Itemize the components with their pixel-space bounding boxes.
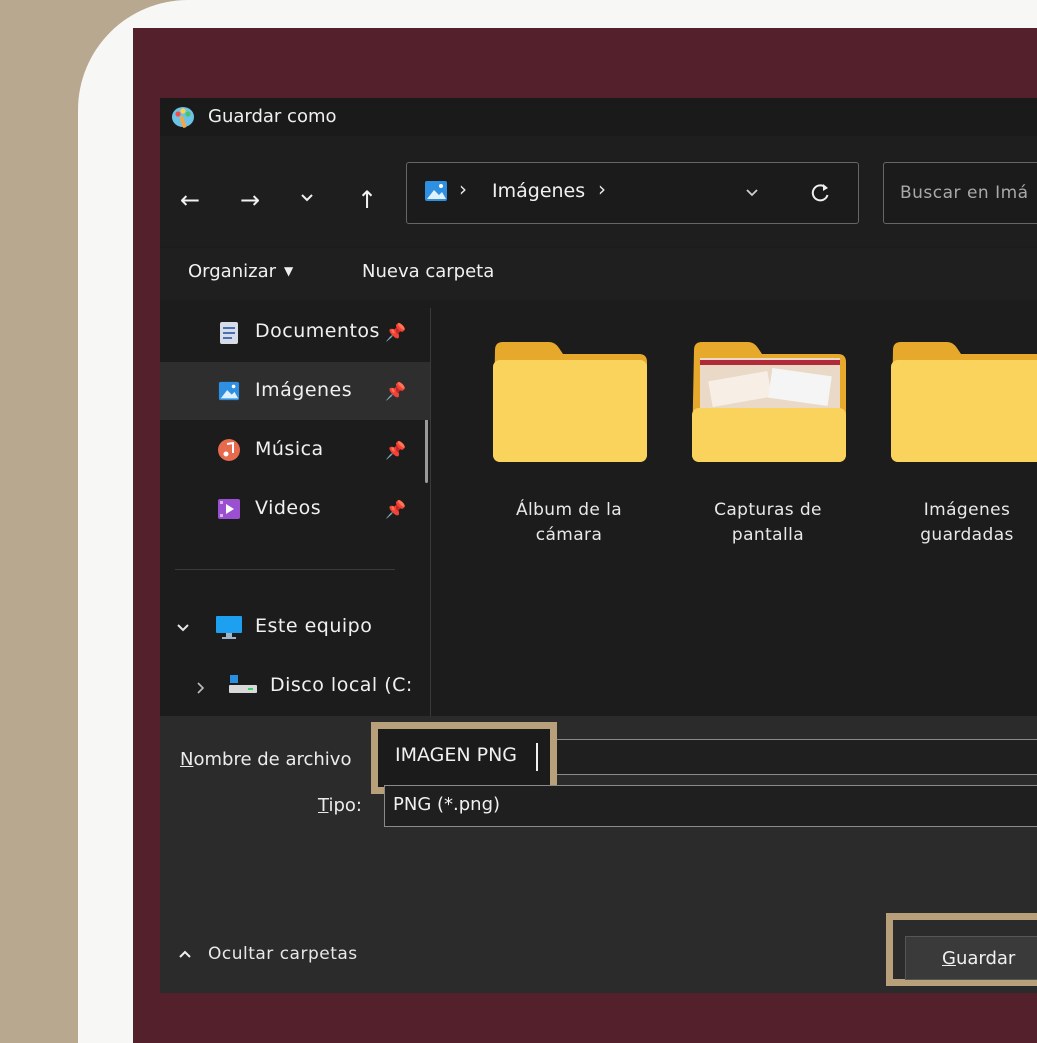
folder-label: Álbum de la cámara	[515, 500, 623, 545]
filename-input[interactable]: IMAGEN PNG	[378, 729, 550, 787]
save-access-key: G	[942, 948, 956, 969]
text-cursor	[536, 743, 538, 771]
filetype-select[interactable]: PNG (*.png)	[384, 785, 1037, 827]
filename-label-text: ombre de archivo	[193, 749, 352, 770]
breadcrumb-separator-icon: ›	[459, 177, 467, 201]
recent-locations-chevron-icon[interactable]	[300, 192, 314, 204]
refresh-icon[interactable]	[809, 182, 831, 204]
pin-icon: 📌	[385, 500, 407, 520]
folder-label: Capturas de pantalla	[714, 500, 822, 545]
paint-app-icon	[172, 107, 194, 128]
folder-capturas-pantalla[interactable]	[690, 336, 846, 468]
organize-label: Organizar	[188, 261, 276, 282]
organize-button[interactable]: Organizar ▼	[188, 261, 293, 282]
folder-icon	[493, 342, 647, 462]
address-dropdown-icon[interactable]	[745, 188, 759, 198]
save-label-text: uardar	[955, 948, 1016, 969]
new-folder-button[interactable]: Nueva carpeta	[362, 261, 494, 282]
pin-icon: 📌	[385, 441, 407, 461]
pictures-icon	[218, 381, 240, 401]
sidebar-item-musica[interactable]: Música 📌	[160, 421, 430, 479]
filetype-value: PNG (*.png)	[393, 794, 501, 815]
title-bar: Guardar como	[160, 98, 1037, 136]
folder-icon	[891, 342, 1037, 462]
hide-folders-label: Ocultar carpetas	[208, 944, 358, 964]
dialog-title: Guardar como	[208, 106, 337, 127]
forward-arrow-icon[interactable]: →	[240, 186, 260, 214]
computer-icon	[216, 616, 242, 639]
folder-label: Imágenes guardadas	[920, 500, 1014, 545]
local-disk-icon	[229, 675, 257, 693]
sidebar-item-label: Este equipo	[255, 615, 373, 637]
pictures-icon	[425, 181, 447, 201]
save-as-dialog: Guardar como ← → ↑ › Imágenes › Buscar e…	[160, 98, 1037, 993]
sidebar-item-label: Disco local (C:	[270, 674, 413, 696]
document-icon	[220, 322, 238, 344]
organize-dropdown-icon: ▼	[284, 264, 294, 278]
folder-album-camara[interactable]	[491, 336, 647, 468]
sidebar-item-label: Videos	[255, 497, 322, 519]
sidebar-item-label: Música	[255, 438, 324, 460]
sidebar-divider	[430, 308, 431, 716]
filename-value: IMAGEN PNG	[395, 744, 518, 766]
folder-imagenes-guardadas[interactable]	[889, 336, 1037, 468]
sidebar-item-documentos[interactable]: Documentos 📌	[160, 303, 430, 361]
search-input[interactable]: Buscar en Imá	[900, 183, 1029, 203]
filename-label: Nombre de archivo	[180, 749, 351, 770]
sidebar-item-disco-local[interactable]: Disco local (C:	[160, 657, 430, 715]
expand-chevron-icon[interactable]	[176, 623, 190, 633]
save-button-label: Guardar	[942, 948, 1015, 969]
chevron-up-icon	[179, 950, 191, 958]
sidebar-item-label: Documentos	[255, 320, 380, 342]
folder-with-screenshots-icon	[692, 342, 846, 462]
address-bar[interactable]: › Imágenes ›	[406, 162, 859, 224]
filetype-label-text: ipo:	[328, 795, 362, 816]
pin-icon: 📌	[385, 323, 407, 343]
filetype-label: Tipo:	[318, 795, 362, 816]
back-arrow-icon[interactable]: ←	[180, 186, 200, 214]
save-button[interactable]: Guardar	[905, 936, 1037, 980]
breadcrumb-location[interactable]: Imágenes	[492, 180, 585, 202]
breadcrumb-chevron-icon[interactable]: ›	[598, 177, 606, 201]
filename-field-border[interactable]	[539, 739, 1037, 775]
filetype-access-key: T	[318, 795, 329, 816]
collapsed-chevron-icon[interactable]	[196, 681, 206, 695]
pin-icon: 📌	[385, 382, 407, 402]
sidebar-item-videos[interactable]: Videos 📌	[160, 480, 430, 538]
music-icon	[218, 439, 240, 461]
sidebar-item-imagenes[interactable]: Imágenes 📌	[160, 362, 430, 420]
sidebar-item-este-equipo[interactable]: Este equipo	[160, 598, 430, 656]
sidebar-item-label: Imágenes	[255, 379, 353, 401]
video-icon	[218, 499, 240, 519]
search-box[interactable]: Buscar en Imá	[883, 162, 1037, 224]
filename-access-key: N	[180, 749, 194, 770]
sidebar-separator	[175, 569, 395, 570]
up-arrow-icon[interactable]: ↑	[357, 186, 377, 214]
